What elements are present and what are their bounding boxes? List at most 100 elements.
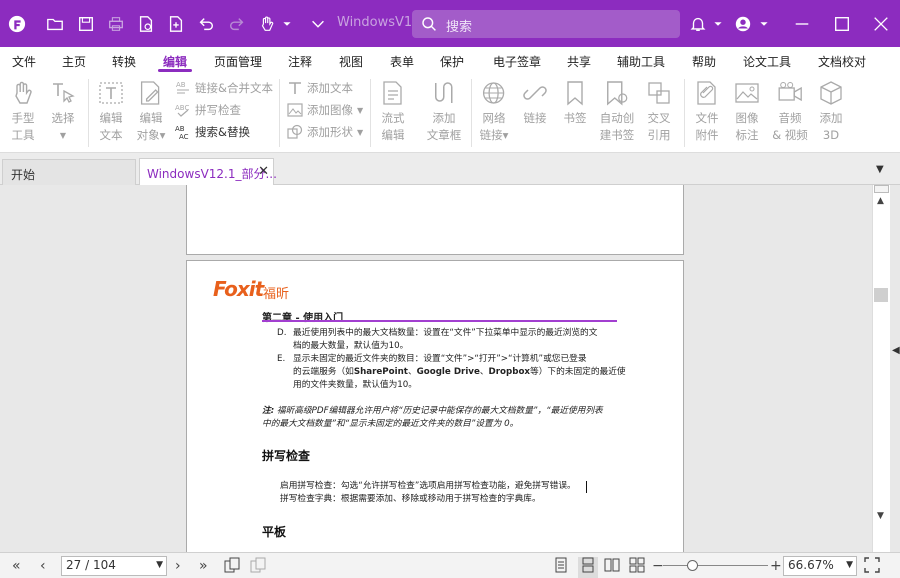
- close-tab-icon[interactable]: ✕: [258, 164, 269, 179]
- hand-dropdown-icon[interactable]: [276, 13, 298, 35]
- auto-bookmark-button[interactable]: 自动创 建书签: [600, 79, 634, 144]
- hand-tool-button[interactable]: 手型 工具: [9, 79, 37, 144]
- app-logo-icon[interactable]: [6, 13, 28, 35]
- svg-text:AB: AB: [176, 81, 186, 89]
- link-button[interactable]: 链接: [521, 79, 549, 127]
- menu-thesis-tools[interactable]: 论文工具: [743, 53, 791, 70]
- user-avatar-icon[interactable]: [732, 13, 754, 35]
- continuous-view-icon[interactable]: [578, 557, 598, 578]
- zoom-level-input[interactable]: 66.67% ▼: [783, 556, 857, 576]
- menu-home[interactable]: 主页: [62, 53, 86, 70]
- menu-help[interactable]: 帮助: [692, 53, 716, 70]
- scroll-up-icon[interactable]: ▲: [877, 196, 884, 206]
- hand-tool-label-2: 工具: [11, 128, 35, 142]
- menu-doc-proofread[interactable]: 文档校对: [818, 53, 866, 70]
- next-view-icon[interactable]: [250, 557, 266, 578]
- facing-view-icon[interactable]: [604, 557, 620, 578]
- menu-convert[interactable]: 转换: [112, 53, 136, 70]
- save-icon[interactable]: [75, 13, 97, 35]
- audio-video-button[interactable]: 音频 & 视频: [772, 79, 808, 144]
- search-replace-icon: ABAC: [175, 125, 189, 140]
- right-panel-toggle-icon[interactable]: ◀: [892, 345, 900, 356]
- minimize-icon[interactable]: [791, 13, 813, 35]
- link-merge-text-button[interactable]: AB 链接&合并文本: [175, 80, 273, 96]
- page-number-input[interactable]: 27 / 104 ▼: [61, 556, 167, 576]
- tab-list-dropdown-icon[interactable]: ▼: [876, 164, 884, 175]
- zoom-slider[interactable]: [663, 565, 768, 566]
- cube-3d-icon: [820, 81, 842, 105]
- add-image-label: 添加图像: [307, 103, 353, 117]
- scrollbar-split-handle[interactable]: [874, 185, 889, 193]
- fullscreen-icon[interactable]: [864, 557, 880, 578]
- previous-page-icon[interactable]: ‹: [40, 557, 46, 575]
- menu-protect[interactable]: 保护: [440, 53, 464, 70]
- properties-icon[interactable]: [135, 13, 157, 35]
- link-icon: [523, 86, 547, 100]
- zoom-in-icon[interactable]: +: [770, 557, 782, 575]
- menu-file[interactable]: 文件: [12, 53, 36, 70]
- redo-icon[interactable]: [226, 13, 248, 35]
- add-article-box-button[interactable]: 添加 文章框: [427, 79, 461, 144]
- menu-share[interactable]: 共享: [567, 53, 591, 70]
- new-file-icon[interactable]: [165, 13, 187, 35]
- active-menu-indicator: [158, 69, 192, 72]
- spell-check-button[interactable]: ABC 拼写检查: [175, 102, 241, 118]
- edit-object-button[interactable]: 编辑 对象▾: [137, 79, 165, 144]
- bell-icon[interactable]: [687, 13, 709, 35]
- next-page-icon[interactable]: ›: [175, 557, 181, 575]
- file-attachment-button[interactable]: 文件 附件: [693, 79, 721, 144]
- close-window-icon[interactable]: [870, 13, 892, 35]
- cross-reference-button[interactable]: 交叉 引用: [645, 79, 673, 144]
- add-shape-dropdown-icon[interactable]: ▼: [357, 128, 363, 137]
- add-3d-button[interactable]: 添加 3D: [817, 79, 845, 144]
- bell-dropdown-icon[interactable]: [707, 13, 729, 35]
- ribbon-separator: [471, 79, 472, 147]
- scroll-down-icon[interactable]: ▼: [877, 511, 884, 521]
- customize-dropdown-icon[interactable]: [307, 13, 329, 35]
- continuous-facing-view-icon[interactable]: [629, 557, 645, 578]
- open-folder-icon[interactable]: [44, 13, 66, 35]
- page-dropdown-icon[interactable]: ▼: [156, 560, 163, 570]
- menu-e-signature[interactable]: 电子签章: [493, 53, 541, 70]
- add-text-label: 添加文本: [307, 81, 353, 95]
- single-page-view-icon[interactable]: [553, 557, 569, 578]
- select-button[interactable]: 选择 ▼: [49, 79, 77, 144]
- add-shape-button[interactable]: 添加形状 ▼: [287, 124, 363, 140]
- menu-comment[interactable]: 注释: [288, 53, 312, 70]
- first-page-icon[interactable]: «: [12, 557, 21, 575]
- search-replace-button[interactable]: AB AC 搜索&替换: [175, 124, 250, 140]
- zoom-dropdown-icon[interactable]: ▼: [846, 560, 853, 570]
- flow-edit-button[interactable]: 流式 编辑: [379, 79, 407, 144]
- vertical-scrollbar[interactable]: ▲ ▼: [872, 185, 890, 552]
- menu-form[interactable]: 表单: [390, 53, 414, 70]
- add-text-button[interactable]: 添加文本: [287, 80, 353, 96]
- hand-tool-icon[interactable]: [256, 13, 278, 35]
- maximize-icon[interactable]: [831, 13, 853, 35]
- auto-bookmark-icon: [607, 81, 628, 106]
- menu-page-manage[interactable]: 页面管理: [214, 53, 262, 70]
- zoom-out-icon[interactable]: −: [652, 557, 664, 575]
- menu-accessibility[interactable]: 辅助工具: [617, 53, 665, 70]
- image-annotation-button[interactable]: 图像 标注: [733, 79, 761, 144]
- search-input[interactable]: 搜索: [412, 10, 680, 38]
- bookmark-button[interactable]: 书签: [561, 79, 589, 127]
- zoom-slider-knob[interactable]: [686, 560, 698, 571]
- ribbon-toolbar: 手型 工具 选择 ▼ 编辑 文本 编辑 对象▾ AB 链接&合并文本 ABC 拼…: [0, 73, 900, 153]
- last-page-icon[interactable]: »: [199, 557, 208, 575]
- add-image-button[interactable]: 添加图像 ▼: [287, 102, 363, 118]
- edit-text-button[interactable]: 编辑 文本: [97, 79, 125, 144]
- menu-view[interactable]: 视图: [339, 53, 363, 70]
- tab-document[interactable]: WindowsV12.1_部分... ✕: [139, 158, 277, 186]
- tab-start[interactable]: 开始: [2, 159, 136, 185]
- print-icon[interactable]: [105, 13, 127, 35]
- e-line2-part-d: 等）下的未固定的最近使: [530, 367, 626, 377]
- add-image-dropdown-icon[interactable]: ▼: [357, 106, 363, 115]
- user-dropdown-icon[interactable]: [753, 13, 775, 35]
- document-viewer[interactable]: Foxit 福昕 第二章 - 使用入门 D. 最近使用列表中的最大文档数量：设置…: [0, 185, 872, 552]
- previous-view-icon[interactable]: [224, 557, 240, 578]
- scrollbar-thumb[interactable]: [874, 288, 888, 302]
- menu-edit[interactable]: 编辑: [163, 53, 187, 70]
- heading-spell-check: 拼写检查: [262, 449, 311, 463]
- undo-icon[interactable]: [195, 13, 217, 35]
- web-link-button[interactable]: 网络 链接▾: [480, 79, 508, 144]
